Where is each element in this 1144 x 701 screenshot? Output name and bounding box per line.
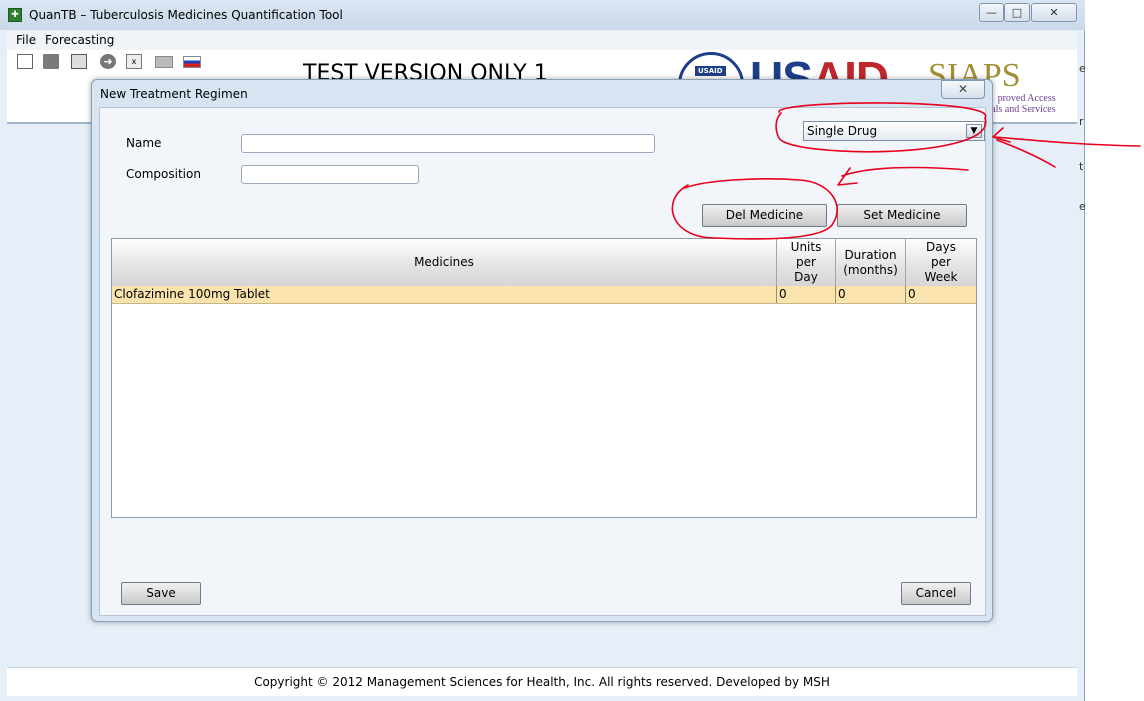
composition-label: Composition xyxy=(126,167,201,181)
set-medicine-button[interactable]: Set Medicine xyxy=(837,204,967,227)
cell-units-per-day[interactable]: 0 xyxy=(777,286,836,303)
open-folder-icon[interactable] xyxy=(43,54,59,69)
background-text: e xyxy=(1079,62,1086,75)
cell-days-per-week[interactable]: 0 xyxy=(906,286,976,303)
medicines-table: Medicines Units per Day Duration (months… xyxy=(111,238,977,518)
column-header-units-per-day[interactable]: Units per Day xyxy=(777,239,836,286)
new-treatment-regimen-dialog: New Treatment Regimen ✕ Name Composition… xyxy=(91,79,993,622)
background-text: r xyxy=(1079,115,1084,128)
chevron-down-icon[interactable]: ▼ xyxy=(966,124,982,138)
menu-bar: File Forecasting xyxy=(7,31,1077,50)
column-header-medicines[interactable]: Medicines xyxy=(112,239,777,286)
save-button[interactable]: Save xyxy=(121,582,201,605)
window-title: QuanTB – Tuberculosis Medicines Quantifi… xyxy=(29,8,343,22)
cell-duration[interactable]: 0 xyxy=(836,286,906,303)
background-text: t xyxy=(1079,160,1084,173)
siaps-tagline: proved Access icals and Services xyxy=(984,93,1056,115)
menu-forecasting[interactable]: Forecasting xyxy=(45,33,114,47)
dialog-body: Name Composition Single Drug ▼ Del Medic… xyxy=(99,107,986,616)
dialog-close-button[interactable]: ✕ xyxy=(941,80,985,99)
minimize-button[interactable]: — xyxy=(979,3,1004,22)
menu-file[interactable]: File xyxy=(16,33,36,47)
save-icon[interactable] xyxy=(71,54,87,69)
app-icon: ✚ xyxy=(8,8,22,22)
excel-icon[interactable]: x xyxy=(126,54,142,69)
name-label: Name xyxy=(126,136,162,150)
background-text: e xyxy=(1079,200,1086,213)
uk-flag-icon[interactable] xyxy=(155,56,173,68)
del-medicine-button[interactable]: Del Medicine xyxy=(702,204,827,227)
cancel-button[interactable]: Cancel xyxy=(901,582,971,605)
russia-flag-icon[interactable] xyxy=(183,56,201,68)
composition-input[interactable] xyxy=(241,165,419,184)
go-arrow-icon[interactable]: ➜ xyxy=(100,54,116,69)
name-input[interactable] xyxy=(241,134,655,153)
new-file-icon[interactable] xyxy=(17,54,33,69)
status-bar: Copyright © 2012 Management Sciences for… xyxy=(7,667,1077,696)
close-button[interactable]: ✕ xyxy=(1031,3,1077,22)
regimen-type-select[interactable]: Single Drug ▼ xyxy=(803,121,985,141)
copyright-text: Copyright © 2012 Management Sciences for… xyxy=(254,675,830,689)
table-header: Medicines Units per Day Duration (months… xyxy=(112,239,976,287)
column-header-days-per-week[interactable]: Days per Week xyxy=(906,239,976,286)
column-header-duration[interactable]: Duration (months) xyxy=(836,239,906,286)
dialog-title: New Treatment Regimen xyxy=(100,87,248,101)
cell-medicine[interactable]: Clofazimine 100mg Tablet xyxy=(112,286,777,303)
title-bar[interactable]: ✚ QuanTB – Tuberculosis Medicines Quanti… xyxy=(0,0,1085,30)
table-row[interactable]: Clofazimine 100mg Tablet 0 0 0 xyxy=(112,286,976,304)
maximize-button[interactable]: □ xyxy=(1004,3,1030,22)
regimen-type-value: Single Drug xyxy=(807,124,878,138)
